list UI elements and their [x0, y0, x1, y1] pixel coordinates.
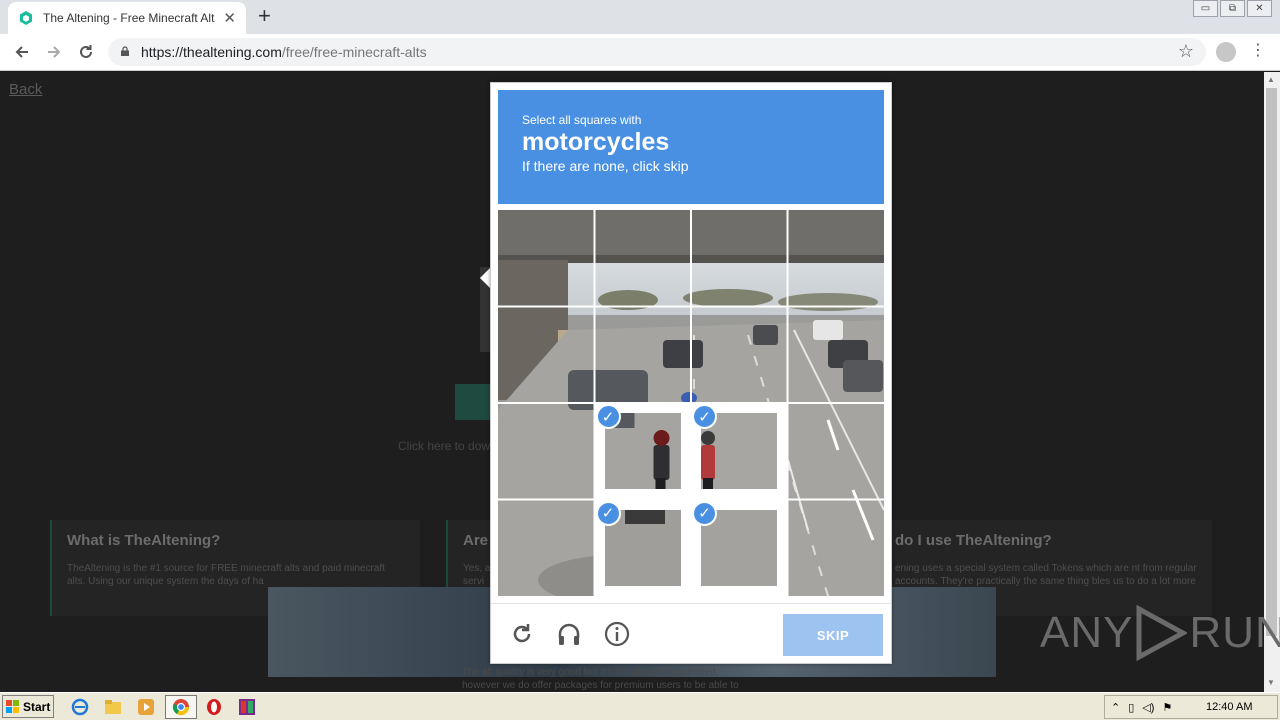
- card-title: Are: [463, 532, 489, 549]
- reload-page-icon[interactable]: [74, 40, 98, 64]
- address-bar[interactable]: https://thealtening.com/free/free-minecr…: [108, 38, 1206, 66]
- bookmark-star-icon[interactable]: ☆: [1178, 41, 1194, 62]
- restore-button[interactable]: ⧉: [1220, 0, 1245, 17]
- back-arrow-icon[interactable]: [10, 40, 34, 64]
- info-icon[interactable]: [603, 620, 631, 648]
- window-controls: ▭ ⧉ ✕: [1193, 0, 1272, 17]
- checkmark-icon: ✓: [692, 500, 717, 526]
- tray-expand-icon[interactable]: ⌃: [1111, 701, 1120, 714]
- action-center-flag-icon[interactable]: ⚑: [1162, 701, 1172, 714]
- checkmark-icon: ✓: [692, 404, 717, 429]
- captcha-footer: SKIP: [491, 603, 891, 663]
- scroll-up-icon[interactable]: ▲: [1267, 75, 1275, 84]
- headphones-icon[interactable]: [555, 620, 583, 648]
- scroll-down-icon[interactable]: ▼: [1267, 678, 1275, 687]
- back-link[interactable]: Back: [9, 81, 42, 98]
- play-logo-icon: [1136, 605, 1188, 661]
- skip-button[interactable]: SKIP: [783, 614, 883, 656]
- volume-icon[interactable]: ◁): [1142, 701, 1154, 714]
- page-scrollbar[interactable]: ▲ ▼: [1264, 72, 1280, 692]
- browser-menu-icon[interactable]: ⋮: [1250, 42, 1266, 60]
- chrome-icon: [171, 697, 191, 717]
- browser-tabbar: The Altening - Free Minecraft Alt Ger ✕ …: [0, 0, 1280, 34]
- captcha-tile-selected[interactable]: ✓: [691, 499, 788, 596]
- card-body: TheAltening is the #1 source for FREE mi…: [67, 563, 385, 587]
- captcha-target-word: motorcycles: [522, 128, 670, 156]
- checkmark-icon: ✓: [595, 404, 621, 429]
- windows-taskbar: Start ⌃ ▯ ◁) ⚑ 12:40 AM: [0, 692, 1280, 720]
- card-title: What is TheAltening?: [67, 532, 221, 549]
- scroll-thumb[interactable]: [1266, 88, 1277, 636]
- captcha-tile-selected[interactable]: ✓: [594, 499, 691, 596]
- site-favicon-icon: [20, 11, 32, 25]
- media-player-icon[interactable]: [136, 697, 156, 717]
- lock-icon: [121, 46, 129, 56]
- new-tab-button[interactable]: +: [258, 5, 271, 27]
- close-window-button[interactable]: ✕: [1247, 0, 1272, 17]
- watermark-left: ANY: [1040, 608, 1134, 657]
- forward-arrow-icon[interactable]: [42, 40, 66, 64]
- opera-icon[interactable]: [204, 697, 224, 717]
- captcha-line-1: Select all squares with: [522, 113, 642, 127]
- card-body: Yes, a servi: [463, 563, 491, 587]
- captcha-instructions: Select all squares with motorcycles If t…: [498, 90, 884, 204]
- recaptcha-challenge: Select all squares with motorcycles If t…: [490, 82, 892, 664]
- download-hint[interactable]: Click here to dow: [398, 439, 490, 453]
- captcha-line-3: If there are none, click skip: [522, 158, 689, 174]
- minimize-button[interactable]: ▭: [1193, 0, 1218, 17]
- windows-logo-icon: [6, 699, 19, 713]
- checkmark-icon: ✓: [595, 500, 621, 526]
- folder-icon[interactable]: [103, 697, 123, 717]
- tab-title: The Altening - Free Minecraft Alt Ger: [43, 11, 217, 25]
- captcha-tile-selected[interactable]: ✓: [594, 403, 691, 500]
- start-button[interactable]: Start: [2, 695, 54, 718]
- url-text: https://thealtening.com/free/free-minecr…: [141, 44, 427, 60]
- anyrun-watermark: ANY RUN: [1040, 605, 1280, 661]
- network-icon[interactable]: ▯: [1128, 701, 1134, 714]
- ie-icon[interactable]: [70, 697, 90, 717]
- watermark-right: RUN: [1189, 608, 1280, 657]
- browser-toolbar: https://thealtening.com/free/free-minecr…: [0, 34, 1280, 71]
- reload-icon[interactable]: [508, 620, 536, 648]
- captcha-tile-selected[interactable]: ✓: [691, 403, 788, 500]
- browser-tab[interactable]: The Altening - Free Minecraft Alt Ger ✕: [8, 2, 246, 34]
- taskbar-clock[interactable]: 12:40 AM: [1206, 701, 1252, 713]
- captcha-image-grid: ✓ ✓ ✓ ✓: [498, 210, 884, 596]
- tab-close-icon[interactable]: ✕: [223, 11, 236, 26]
- start-label: Start: [23, 699, 51, 714]
- winrar-icon[interactable]: [237, 697, 257, 717]
- page-bottom-text: The alt quality is very good but it's no…: [462, 667, 739, 691]
- profile-avatar[interactable]: [1216, 42, 1236, 62]
- card-title: do I use TheAltening?: [895, 532, 1052, 549]
